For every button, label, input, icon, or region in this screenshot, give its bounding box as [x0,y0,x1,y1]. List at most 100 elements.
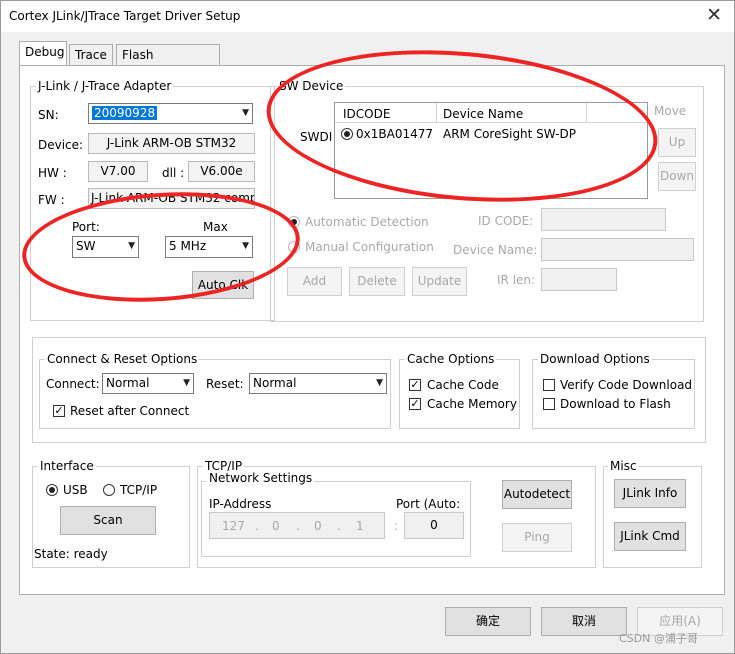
port-colon: : [394,519,399,533]
ir-len-field[interactable] [541,268,617,291]
column-header-idcode: IDCODE [343,107,391,121]
jlink-cmd-button[interactable]: JLink Cmd [614,522,686,551]
close-icon[interactable]: ✕ [706,4,722,26]
state-label: State: ready [34,547,108,561]
cache-memory-label: Cache Memory [427,397,517,411]
table-row[interactable]: 0x1BA01477 ARM CoreSight SW-DP [335,125,647,143]
dll-label: dll : [162,166,185,180]
id-code-field[interactable] [541,208,666,231]
autodetect-button[interactable]: Autodetect [502,480,572,509]
watermark: CSDN @浦子哥 [619,632,698,645]
ip-dot: . [337,519,341,533]
tab-debug[interactable]: Debug [19,41,67,66]
debug-panel: J-Link / J-Trace Adapter SN: 20090928 ▼ … [19,65,725,595]
ok-button[interactable]: 确定 [445,607,531,636]
column-divider [436,103,437,122]
connect-reset-group [39,359,391,429]
max-clock-select[interactable]: 5 MHz ▼ [165,236,253,258]
chevron-down-icon: ▼ [242,241,249,251]
device-value: J-Link ARM-OB STM32 [88,133,255,154]
reset-value: Normal [253,376,297,390]
window-title: Cortex JLink/JTrace Target Driver Setup [9,9,241,23]
tcpip-radio[interactable] [103,484,115,496]
sn-value: 20090928 [92,106,158,120]
usb-radio[interactable] [46,484,58,496]
reset-label: Reset: [206,377,244,391]
download-to-flash-label: Download to Flash [560,397,671,411]
delete-button[interactable]: Delete [349,267,405,296]
scan-button[interactable]: Scan [60,506,156,535]
ir-len-label: IR len: [497,273,536,287]
cache-options-group [399,359,520,429]
move-down-button[interactable]: Down [658,162,696,191]
ip-dot: . [296,519,300,533]
ip-octet-4: 1 [356,519,364,533]
port-label: Port: [72,220,100,234]
tcp-port-field[interactable]: 0 [404,512,464,539]
reset-after-connect-checkbox[interactable]: ✓ [53,405,65,417]
device-name-field[interactable] [541,238,694,261]
usb-label: USB [63,483,88,497]
connect-label: Connect: [46,377,100,391]
jlink-info-button[interactable]: JLink Info [614,479,686,508]
sn-select[interactable]: 20090928 ▼ [88,103,253,124]
automatic-detection-radio[interactable] [288,216,300,228]
hw-label: HW : [38,166,67,180]
tab-flash-download[interactable]: Flash Download [116,44,220,82]
chevron-down-icon: ▼ [183,378,190,388]
column-header-device-name: Device Name [443,107,524,121]
swdio-label: SWDI [300,130,333,144]
move-up-button[interactable]: Up [658,128,696,157]
interface-title: Interface [38,459,96,473]
id-code-label: ID CODE: [478,214,534,228]
port-select[interactable]: SW ▼ [72,236,139,258]
title-bar: Cortex JLink/JTrace Target Driver Setup … [1,1,734,32]
chevron-down-icon: ▼ [376,378,383,388]
sn-label: SN: [38,108,59,122]
cache-code-checkbox[interactable]: ✓ [409,379,421,391]
cache-memory-checkbox[interactable]: ✓ [409,398,421,410]
adapter-group-title: J-Link / J-Trace Adapter [36,79,174,93]
chevron-down-icon: ▼ [242,108,249,118]
reset-select[interactable]: Normal ▼ [249,373,387,394]
cache-options-title: Cache Options [405,352,497,366]
dll-value: V6.00e [188,161,255,182]
manual-configuration-label: Manual Configuration [305,240,434,254]
port-value: SW [76,239,96,253]
misc-title: Misc [608,459,639,473]
connect-select[interactable]: Normal ▼ [102,373,194,394]
move-label: Move [654,104,687,118]
row-idcode: 0x1BA01477 [356,127,433,141]
dialog-window: Cortex JLink/JTrace Target Driver Setup … [0,0,735,654]
add-button[interactable]: Add [287,267,342,296]
ip-address-field[interactable]: 127 . 0 . 0 . 1 [209,512,385,539]
cache-code-label: Cache Code [427,378,499,392]
update-button[interactable]: Update [412,267,467,296]
tcpip-label: TCP/IP [120,483,158,497]
column-divider [586,103,587,122]
cancel-button[interactable]: 取消 [541,607,627,636]
fw-value: J-Link ARM-OB STM32 comp [88,188,255,209]
tab-trace[interactable]: Trace [69,44,113,66]
port-auto-label: Port (Auto: [396,497,461,511]
download-to-flash-checkbox[interactable] [543,398,555,410]
verify-code-download-checkbox[interactable] [543,379,555,391]
connect-reset-title: Connect & Reset Options [45,352,200,366]
sw-device-table[interactable]: IDCODE Device Name 0x1BA01477 ARM CoreSi… [334,102,648,199]
table-header: IDCODE Device Name [335,103,647,123]
fw-label: FW : [38,193,65,207]
sw-device-group-title: SW Device [277,79,346,93]
connect-value: Normal [106,376,150,390]
automatic-detection-label: Automatic Detection [305,215,429,229]
ping-button[interactable]: Ping [502,523,572,552]
chevron-down-icon: ▼ [128,241,135,251]
auto-clk-button[interactable]: Auto Clk [192,271,254,299]
ip-dot: . [255,519,259,533]
hw-value: V7.00 [88,161,148,182]
row-select-radio[interactable] [341,128,353,140]
verify-code-download-label: Verify Code Download [560,378,693,392]
manual-configuration-radio[interactable] [288,241,300,253]
ip-octet-3: 0 [314,519,322,533]
download-options-group [532,359,695,429]
device-name-label: Device Name: [453,243,538,257]
